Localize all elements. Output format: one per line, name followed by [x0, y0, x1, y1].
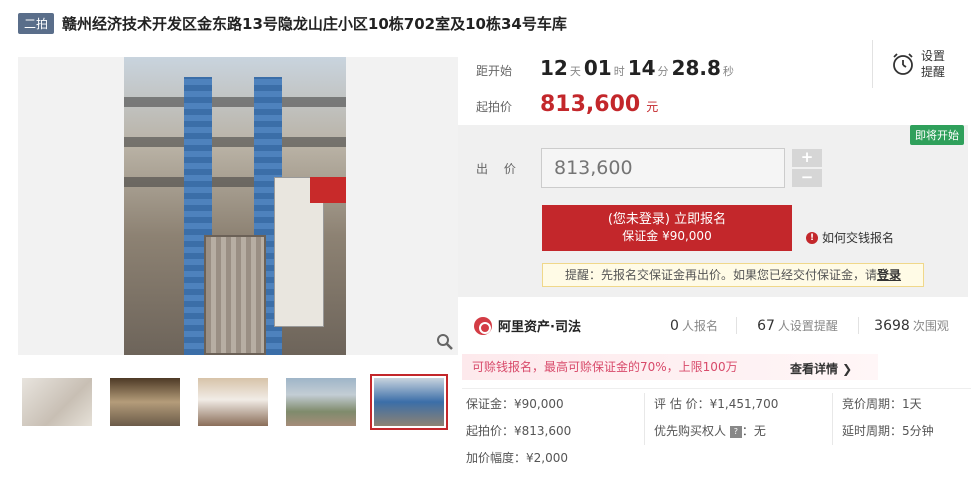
countdown-minutes: 14: [627, 56, 656, 80]
thumbnail-1[interactable]: [18, 374, 96, 430]
building-photo: [124, 57, 346, 355]
countdown-hours: 01: [583, 56, 612, 80]
thumbnail-strip: [18, 374, 458, 430]
reminders-label: 人设置提醒: [777, 319, 838, 333]
start-price-label: 起拍价: [476, 100, 513, 114]
priority-detail: 优先购买权人 ? ：无: [654, 422, 766, 439]
signups-count: 0: [670, 318, 679, 334]
stats-bar: 阿里资产·司法 0 人报名 67 人设置提醒 3698 次围观: [474, 316, 964, 335]
cycle-detail: 竞价周期：1天: [842, 397, 922, 411]
bid-amount-input[interactable]: [541, 148, 785, 188]
appraisal-detail: 评 估 价：¥1,451,700: [654, 397, 779, 411]
hours-unit: 时: [613, 65, 625, 78]
countdown-label: 距开始: [476, 64, 513, 78]
entrance-door: [204, 235, 266, 355]
countdown: 距开始 12 天 01 时 14 分 28.8 秒: [476, 56, 737, 80]
status-badge: 即将开始: [910, 125, 964, 145]
increment-detail: 加价幅度：¥2,000: [466, 451, 568, 465]
reminder-label: 设置提醒: [921, 49, 946, 79]
how-to-pay-label: 如何交钱报名: [822, 231, 895, 245]
signup-line2: 保证金 ¥90,000: [622, 229, 712, 243]
login-link[interactable]: 登录: [877, 268, 901, 282]
login-tip: 提醒：先报名交保证金再出价。如果您已经交付保证金，请登录: [542, 263, 924, 287]
priority-value: ：无: [741, 424, 766, 438]
stat-signups: 0 人报名: [652, 317, 736, 334]
views-label: 次围观: [912, 319, 949, 333]
tip-text: 提醒：先报名交保证金再出价。如果您已经交付保证金，请: [565, 268, 878, 282]
countdown-days: 12: [540, 56, 568, 80]
start-price-detail: 起拍价：¥813,600: [466, 424, 572, 438]
thumbnail-5[interactable]: [370, 374, 448, 430]
signup-line1: (您未登录) 立即报名: [607, 212, 727, 227]
priority-label: 优先购买权人: [654, 424, 727, 438]
bid-panel: 即将开始 出 价 + − (您未登录) 立即报名 保证金 ¥90,000 ! 如…: [458, 125, 968, 297]
decrease-bid-button[interactable]: −: [792, 169, 822, 187]
start-price-unit: 元: [646, 100, 659, 114]
stat-reminders: 67 人设置提醒: [736, 317, 858, 334]
thumbnail-3[interactable]: [194, 374, 272, 430]
help-icon[interactable]: ?: [729, 425, 742, 438]
platform-logo: 阿里资产·司法: [474, 316, 652, 335]
thumbnail-2[interactable]: [106, 374, 184, 430]
delay-detail: 延时周期：5分钟: [842, 424, 934, 438]
deposit-detail: 保证金：¥90,000: [466, 397, 564, 411]
info-icon: !: [806, 231, 818, 244]
start-price: 起拍价 813,600 元: [476, 92, 658, 117]
reminders-count: 67: [757, 318, 775, 334]
title-bar: 二拍 赣州经济技术开发区金东路13号隐龙山庄小区10栋702室及10栋34号车库: [18, 12, 567, 34]
round-tag: 二拍: [18, 12, 55, 34]
zoom-icon[interactable]: [436, 333, 454, 351]
stat-views: 3698 次围观: [858, 317, 964, 334]
view-details-link[interactable]: 查看详情 ❯: [790, 360, 852, 377]
ali-logo-icon: [474, 316, 492, 335]
signup-button[interactable]: (您未登录) 立即报名 保证金 ¥90,000: [542, 205, 792, 251]
countdown-seconds: 28.8: [671, 56, 721, 80]
auction-details: 保证金：¥90,000 起拍价：¥813,600 加价幅度：¥2,000 评 估…: [462, 388, 971, 468]
thumbnail-4[interactable]: [282, 374, 360, 430]
bid-label: 出 价: [476, 162, 522, 176]
increase-bid-button[interactable]: +: [792, 149, 822, 167]
alarm-clock-icon: [893, 53, 913, 75]
signups-label: 人报名: [681, 319, 718, 333]
views-count: 3698: [874, 318, 910, 334]
red-sign: [310, 177, 346, 203]
start-price-value: 813,600: [540, 92, 641, 117]
seconds-unit: 秒: [722, 65, 734, 78]
platform-name: 阿里资产·司法: [498, 320, 581, 335]
page-title: 赣州经济技术开发区金东路13号隐龙山庄小区10栋702室及10栋34号车库: [62, 14, 567, 33]
minutes-unit: 分: [657, 65, 669, 78]
days-unit: 天: [569, 65, 581, 78]
how-to-pay-link[interactable]: ! 如何交钱报名: [806, 229, 894, 246]
set-reminder-button[interactable]: 设置提醒: [872, 40, 971, 88]
main-photo[interactable]: [18, 57, 458, 355]
